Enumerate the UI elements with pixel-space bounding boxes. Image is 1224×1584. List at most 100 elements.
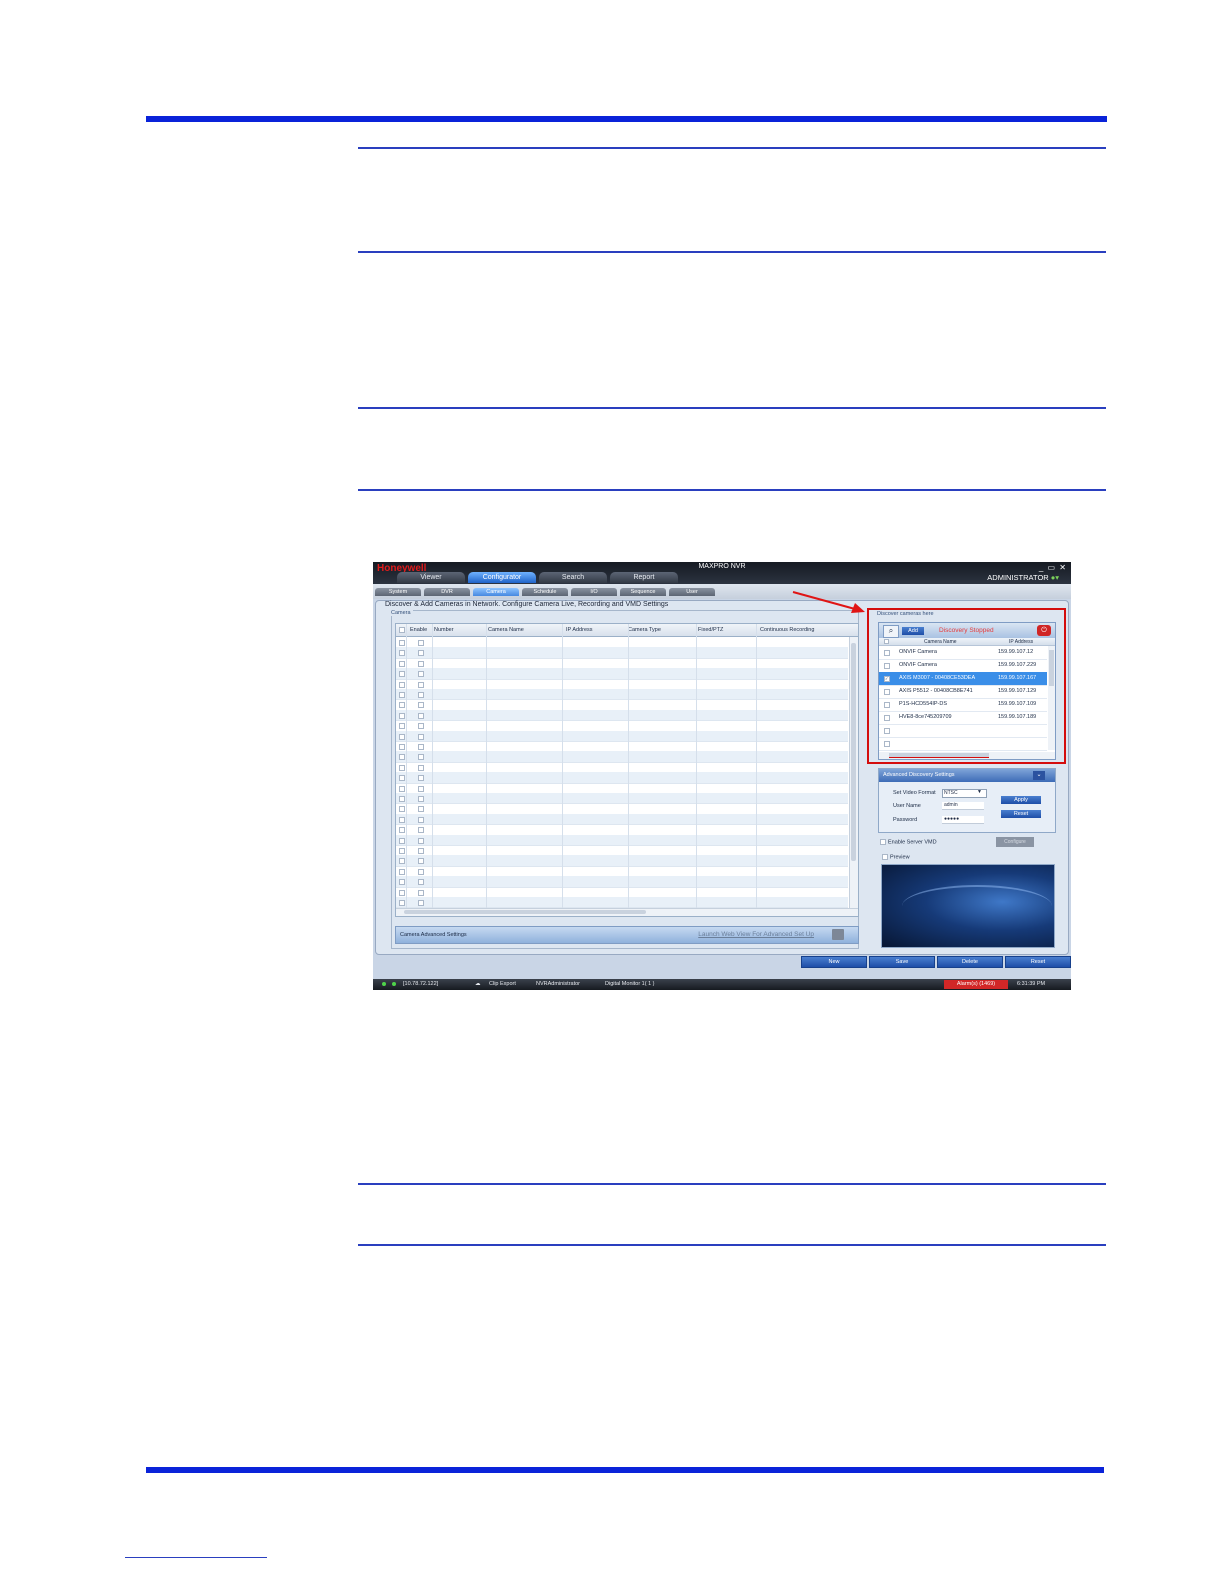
new-button[interactable]: New — [801, 956, 867, 968]
search-icon[interactable]: ⌕ — [883, 625, 899, 638]
row-select-checkbox[interactable] — [399, 879, 405, 886]
row-enable-checkbox[interactable] — [418, 692, 424, 698]
clip-export[interactable]: Clip Export — [489, 981, 516, 987]
row-enable-checkbox[interactable] — [418, 681, 424, 688]
row-enable-checkbox[interactable] — [418, 712, 424, 719]
row-enable-checkbox[interactable] — [418, 640, 424, 646]
row-select-checkbox[interactable] — [399, 723, 405, 730]
launch-web-view-link[interactable]: Launch Web View For Advanced Set Up — [698, 931, 814, 938]
row-select-checkbox[interactable] — [399, 848, 405, 854]
subtab-camera[interactable]: Camera — [473, 588, 519, 596]
grid-horizontal-thumb[interactable] — [404, 910, 646, 914]
clip-export-icon[interactable]: ☁ — [475, 981, 481, 987]
row-select-checkbox[interactable] — [399, 858, 405, 865]
col-fixed-ptz[interactable]: Fixed/PTZ — [698, 627, 723, 633]
col-number[interactable]: Number — [434, 627, 454, 633]
save-button[interactable]: Save — [869, 956, 935, 968]
row-enable-checkbox[interactable] — [418, 837, 424, 844]
list-item[interactable] — [879, 724, 1047, 738]
discovered-camera-checkbox[interactable] — [884, 741, 890, 747]
user-menu[interactable]: ADMINISTRATOR ●▾ — [987, 573, 1059, 582]
row-enable-checkbox[interactable] — [418, 879, 424, 886]
collapse-chevron-icon[interactable]: ⌄ — [1033, 771, 1045, 780]
row-select-checkbox[interactable] — [399, 692, 405, 698]
subtab-sequence[interactable]: Sequence — [620, 588, 666, 596]
row-enable-checkbox[interactable] — [418, 806, 424, 813]
list-item[interactable] — [879, 737, 1047, 751]
row-enable-checkbox[interactable] — [418, 671, 424, 678]
col-ip-address[interactable]: IP Address — [566, 627, 593, 633]
discovered-camera-checkbox[interactable] — [884, 702, 890, 708]
table-row[interactable] — [396, 897, 848, 909]
row-enable-checkbox[interactable] — [418, 868, 424, 875]
row-enable-checkbox[interactable] — [418, 702, 424, 709]
list-item[interactable]: ONVIF Camera 159.99.107.229 — [879, 659, 1047, 673]
tab-search[interactable]: Search — [539, 572, 607, 583]
row-select-checkbox[interactable] — [399, 764, 405, 771]
grid-horizontal-scrollbar[interactable] — [396, 908, 858, 916]
row-select-checkbox[interactable] — [399, 868, 405, 875]
discovered-camera-checkbox[interactable] — [884, 650, 890, 656]
list-item[interactable]: AXIS P5512 - 00408CB8E741 159.99.107.129 — [879, 685, 1047, 699]
list-item[interactable]: ONVIF Camera 159.99.107.12 — [879, 646, 1047, 660]
row-enable-checkbox[interactable] — [418, 733, 424, 740]
subtab-schedule[interactable]: Schedule — [522, 588, 568, 596]
subtab-system[interactable]: System — [375, 588, 421, 596]
tab-report[interactable]: Report — [610, 572, 678, 583]
row-select-checkbox[interactable] — [399, 754, 405, 761]
discovery-select-all-checkbox[interactable] — [884, 639, 889, 644]
username-field[interactable]: admin — [942, 802, 984, 810]
discovery-col-camera-name[interactable]: Camera Name — [924, 639, 957, 645]
grid-vertical-thumb[interactable] — [851, 643, 856, 861]
row-enable-checkbox[interactable] — [418, 764, 424, 771]
row-enable-checkbox[interactable] — [418, 889, 424, 896]
enable-server-vmd-checkbox[interactable] — [880, 839, 886, 845]
digital-monitor[interactable]: Digital Monitor 1( 1 ) — [605, 981, 655, 987]
list-item[interactable]: ✓ AXIS M3007 - 00408CE53DEA 159.99.107.167 — [879, 672, 1047, 686]
row-enable-checkbox[interactable] — [418, 775, 424, 782]
discovered-camera-checkbox[interactable] — [884, 728, 890, 734]
discovery-vertical-thumb[interactable] — [1049, 650, 1054, 686]
row-enable-checkbox[interactable] — [418, 900, 424, 906]
discovery-vertical-scrollbar[interactable] — [1048, 646, 1055, 750]
row-enable-checkbox[interactable] — [418, 723, 424, 730]
discovery-col-ip-address[interactable]: IP Address — [1009, 639, 1033, 645]
row-enable-checkbox[interactable] — [418, 650, 424, 657]
list-item[interactable]: P1S-HCD554IP-DS 159.99.107.109 — [879, 698, 1047, 712]
row-select-checkbox[interactable] — [399, 681, 405, 688]
row-enable-checkbox[interactable] — [418, 827, 424, 834]
preview-row[interactable]: Preview — [882, 854, 910, 860]
tab-configurator[interactable]: Configurator — [468, 572, 536, 583]
row-enable-checkbox[interactable] — [418, 848, 424, 854]
row-select-checkbox[interactable] — [399, 785, 405, 792]
col-camera-type[interactable]: Camera Type — [628, 627, 661, 633]
reset-button[interactable]: Reset — [1005, 956, 1071, 968]
subtab-io[interactable]: I/O — [571, 588, 617, 596]
add-camera-button[interactable]: Add — [902, 627, 924, 635]
row-select-checkbox[interactable] — [399, 712, 405, 719]
row-select-checkbox[interactable] — [399, 744, 405, 750]
discovery-horizontal-thumb[interactable] — [889, 753, 989, 758]
row-select-checkbox[interactable] — [399, 640, 405, 646]
row-select-checkbox[interactable] — [399, 671, 405, 678]
row-select-checkbox[interactable] — [399, 837, 405, 844]
row-select-checkbox[interactable] — [399, 733, 405, 740]
row-enable-checkbox[interactable] — [418, 816, 424, 823]
configure-vmd-button[interactable]: Configure — [996, 837, 1034, 847]
stop-discovery-icon[interactable]: ⏻ — [1037, 625, 1051, 636]
row-enable-checkbox[interactable] — [418, 660, 424, 667]
row-select-checkbox[interactable] — [399, 816, 405, 823]
row-select-checkbox[interactable] — [399, 660, 405, 667]
password-field[interactable]: ●●●●● — [942, 816, 984, 824]
alarm-badge[interactable]: Alarm(s) (1469) — [944, 980, 1008, 989]
row-select-checkbox[interactable] — [399, 650, 405, 657]
subtab-user[interactable]: User — [669, 588, 715, 596]
discovered-camera-checkbox[interactable] — [884, 689, 890, 695]
row-select-checkbox[interactable] — [399, 889, 405, 896]
enable-server-vmd-row[interactable]: Enable Server VMD — [880, 839, 937, 845]
row-select-checkbox[interactable] — [399, 775, 405, 782]
col-camera-name[interactable]: Camera Name — [488, 627, 524, 633]
window-controls[interactable]: _ ▭ ✕ — [1039, 563, 1067, 572]
row-select-checkbox[interactable] — [399, 796, 405, 802]
discovered-camera-checkbox[interactable] — [884, 663, 890, 669]
